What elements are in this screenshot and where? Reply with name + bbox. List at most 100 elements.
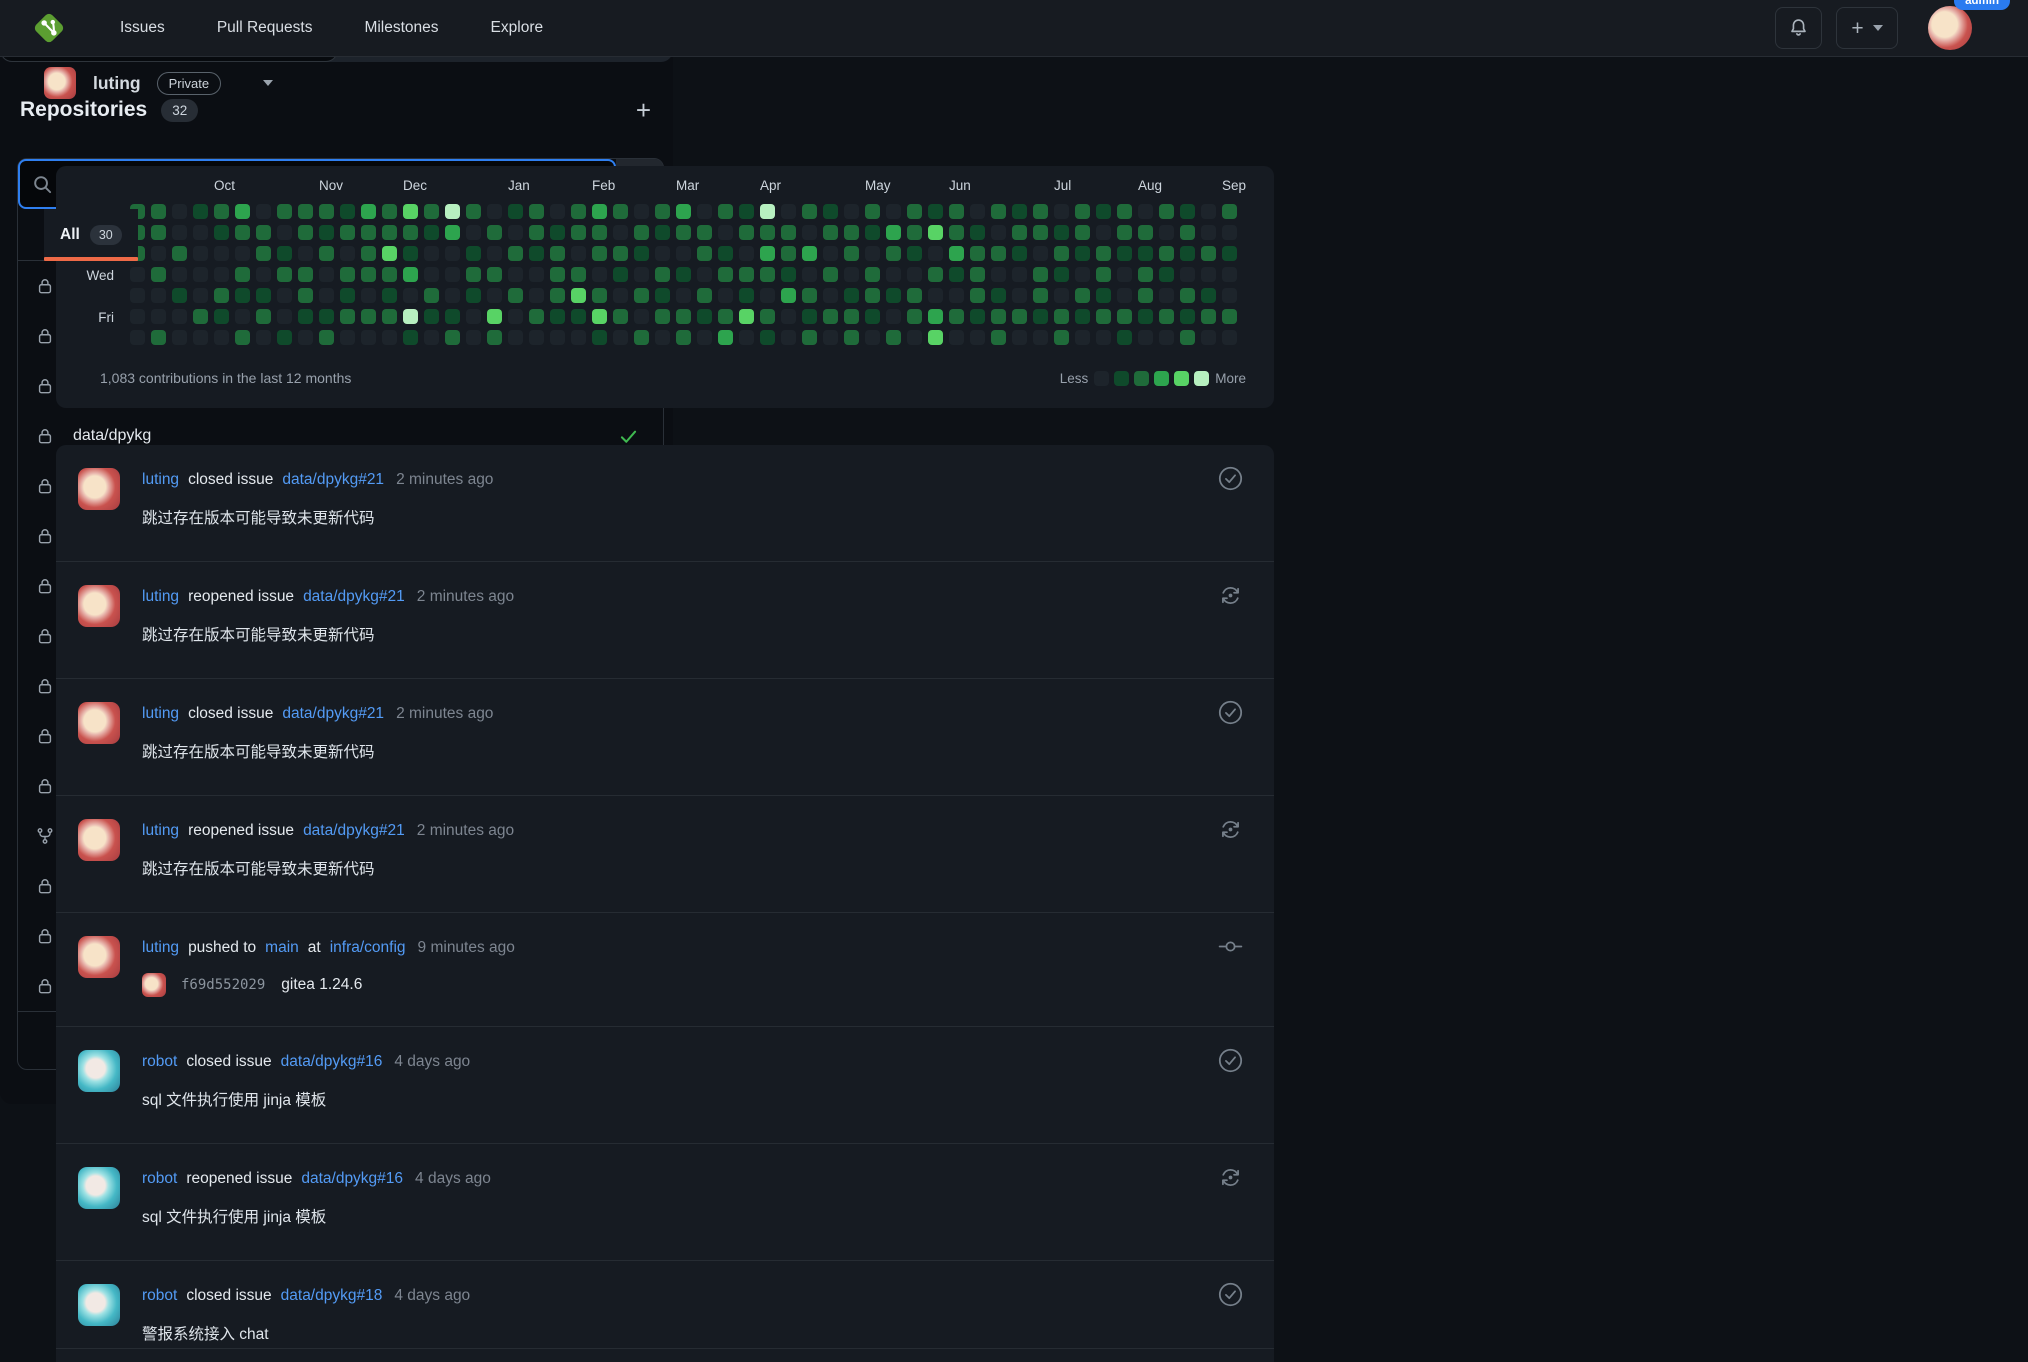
heatmap-cell xyxy=(697,330,712,345)
contribution-heatmap-card: OctNovDecJanFebMarAprMayJunJulAugSep Mon… xyxy=(56,166,1274,408)
actor-avatar[interactable] xyxy=(78,702,120,744)
context-dropdown-icon[interactable] xyxy=(263,80,274,86)
heatmap-cell xyxy=(403,204,418,219)
feed-item: luting closed issue data/dpykg#21 2 minutes… xyxy=(56,678,1274,795)
heatmap-cell xyxy=(445,309,460,324)
heatmap-cell xyxy=(592,288,607,303)
feed-link-data-dpykg-21[interactable]: data/dpykg#21 xyxy=(303,819,405,843)
heatmap-cell xyxy=(214,225,229,240)
commit-hash-link[interactable]: f69d552029 xyxy=(181,977,265,993)
actor-avatar[interactable] xyxy=(78,585,120,627)
feed-link-data-dpykg-21[interactable]: data/dpykg#21 xyxy=(303,585,405,609)
nav-link-milestones[interactable]: Milestones xyxy=(364,19,438,37)
heatmap-cell xyxy=(1012,204,1027,219)
heatmap-cell xyxy=(193,246,208,261)
heatmap-cell xyxy=(466,330,481,345)
heatmap-cell xyxy=(1222,204,1237,219)
heatmap-cell xyxy=(193,288,208,303)
heatmap-cell xyxy=(970,288,985,303)
issue-closed-icon xyxy=(1217,465,1244,492)
heatmap-cell xyxy=(1075,330,1090,345)
feed-timestamp: 2 minutes ago xyxy=(396,705,494,722)
heatmap-cell xyxy=(1096,225,1111,240)
feed-link-data-dpykg-18[interactable]: data/dpykg#18 xyxy=(281,1284,383,1308)
heatmap-cell xyxy=(1138,246,1153,261)
feed-link-luting[interactable]: luting xyxy=(142,468,179,492)
filter-tab-all[interactable]: All 30 xyxy=(44,209,138,261)
feed-link-luting[interactable]: luting xyxy=(142,936,179,960)
nav-links: Issues Pull Requests Milestones Explore xyxy=(120,19,543,37)
feed-item-title: robot closed issue data/dpykg#18 4 days ago xyxy=(142,1284,1184,1308)
feed-link-data-dpykg-21[interactable]: data/dpykg#21 xyxy=(282,702,384,726)
heatmap-cell xyxy=(1075,225,1090,240)
heatmap-cell xyxy=(1054,225,1069,240)
heatmap-cell xyxy=(613,330,628,345)
lock-icon xyxy=(35,526,55,546)
heatmap-cell xyxy=(445,204,460,219)
feed-action-text: reopened issue xyxy=(188,588,295,605)
heatmap-cell xyxy=(550,330,565,345)
heatmap-cell xyxy=(151,204,166,219)
feed-link-infra-config[interactable]: infra/config xyxy=(330,936,406,960)
feed-link-robot[interactable]: robot xyxy=(142,1050,177,1074)
reopen-icon xyxy=(1217,1164,1244,1191)
feed-link-data-dpykg-21[interactable]: data/dpykg#21 xyxy=(282,468,384,492)
feed-link-data-dpykg-16[interactable]: data/dpykg#16 xyxy=(281,1050,383,1074)
heatmap-cell xyxy=(970,267,985,282)
heatmap-cell xyxy=(319,267,334,282)
feed-link-luting[interactable]: luting xyxy=(142,585,179,609)
heatmap-cell xyxy=(907,267,922,282)
heatmap-cell xyxy=(508,309,523,324)
heatmap-cell xyxy=(802,309,817,324)
month-label-apr: Apr xyxy=(760,178,782,193)
bell-icon xyxy=(1791,18,1806,36)
user-menu[interactable]: admin xyxy=(1928,0,2010,50)
heatmap-cell xyxy=(319,330,334,345)
heatmap-cell xyxy=(886,225,901,240)
notifications-button[interactable] xyxy=(1775,7,1822,49)
feed-link-luting[interactable]: luting xyxy=(142,702,179,726)
heatmap-cell xyxy=(319,246,334,261)
nav-link-issues[interactable]: Issues xyxy=(120,19,165,37)
nav-link-explore[interactable]: Explore xyxy=(491,19,544,37)
create-new-button[interactable]: + xyxy=(1836,7,1898,49)
actor-avatar[interactable] xyxy=(78,1284,120,1326)
heatmap-cell xyxy=(949,225,964,240)
heatmap-cell xyxy=(655,288,670,303)
actor-avatar[interactable] xyxy=(78,468,120,510)
reopen-icon xyxy=(1217,816,1244,843)
gitea-logo-icon[interactable] xyxy=(30,9,68,47)
feed-link-main[interactable]: main xyxy=(265,936,299,960)
actor-avatar[interactable] xyxy=(78,819,120,861)
heatmap-cell xyxy=(256,330,271,345)
heatmap-cell xyxy=(655,204,670,219)
heatmap-cell xyxy=(991,204,1006,219)
context-avatar[interactable] xyxy=(44,67,76,99)
actor-avatar[interactable] xyxy=(78,1167,120,1209)
feed-link-robot[interactable]: robot xyxy=(142,1167,177,1191)
context-username[interactable]: luting xyxy=(93,73,141,94)
search-icon xyxy=(34,175,52,193)
heatmap-cell xyxy=(487,204,502,219)
nav-link-pull-requests[interactable]: Pull Requests xyxy=(217,19,313,37)
commit-row: f69d552029 gitea 1.24.6 xyxy=(142,973,1184,997)
heatmap-cell xyxy=(1159,330,1174,345)
feed-item-title: luting pushed to main at infra/config 9 minut… xyxy=(142,936,1184,960)
feed-link-robot[interactable]: robot xyxy=(142,1284,177,1308)
legend-less-label: Less xyxy=(1059,370,1089,386)
user-avatar[interactable] xyxy=(1928,6,1972,50)
feed-link-data-dpykg-16[interactable]: data/dpykg#16 xyxy=(301,1167,403,1191)
heatmap-cell xyxy=(235,246,250,261)
actor-avatar[interactable] xyxy=(78,936,120,978)
heatmap-cell xyxy=(1180,225,1195,240)
heatmap-cell xyxy=(340,330,355,345)
feed-timestamp: 4 days ago xyxy=(394,1287,471,1304)
feed-link-luting[interactable]: luting xyxy=(142,819,179,843)
heatmap-cell xyxy=(1180,267,1195,282)
heatmap-cell xyxy=(277,267,292,282)
heatmap-cell xyxy=(1054,204,1069,219)
legend-level-5 xyxy=(1194,370,1210,386)
heatmap-cell xyxy=(298,309,313,324)
actor-avatar[interactable] xyxy=(78,1050,120,1092)
heatmap-cell xyxy=(739,330,754,345)
